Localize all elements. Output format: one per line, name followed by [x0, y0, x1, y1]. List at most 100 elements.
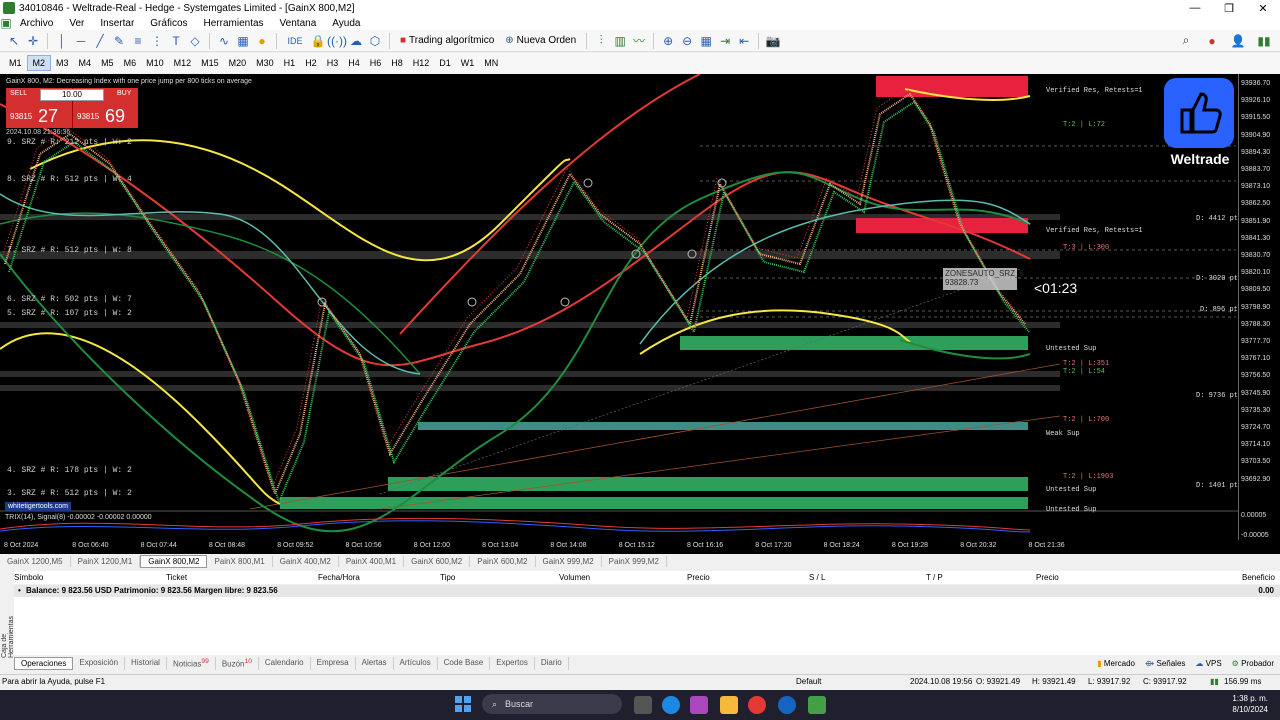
toolbox-tab[interactable]: Buzón10: [216, 656, 259, 670]
app-menu-icon[interactable]: ▣: [0, 16, 12, 30]
menu-insertar[interactable]: Insertar: [92, 18, 142, 29]
app-blue-icon[interactable]: [778, 696, 796, 714]
orders-col-header[interactable]: T / P: [926, 573, 943, 582]
toolbox-tab[interactable]: Diario: [535, 656, 569, 670]
timeframe-m1[interactable]: M1: [4, 56, 27, 70]
chart-shift-icon[interactable]: ⇤: [736, 33, 752, 49]
timeframe-m20[interactable]: M20: [224, 56, 252, 70]
edge-browser-icon[interactable]: [662, 696, 680, 714]
chart-area[interactable]: [0, 74, 1280, 554]
trend-line-icon[interactable]: ╱: [92, 33, 108, 49]
chart-tab-item[interactable]: PainX 800,M1: [207, 555, 273, 567]
timeframe-h3[interactable]: H3: [322, 56, 344, 70]
lock-icon[interactable]: 🔒: [310, 33, 326, 49]
orders-col-header[interactable]: Beneficio: [1242, 573, 1275, 582]
orders-col-header[interactable]: Volumen: [559, 573, 590, 582]
taskbar-clock[interactable]: 1:38 p. m. 8/10/2024: [1220, 693, 1268, 715]
timeframe-h1[interactable]: H1: [279, 56, 301, 70]
timeframe-h6[interactable]: H6: [365, 56, 387, 70]
timeframe-d1[interactable]: D1: [434, 56, 456, 70]
pen-icon[interactable]: ✎: [111, 33, 127, 49]
maximize-icon[interactable]: ❐: [1212, 2, 1246, 15]
copilot-icon[interactable]: [690, 696, 708, 714]
orders-col-header[interactable]: Precio: [687, 573, 710, 582]
timeframe-m15[interactable]: M15: [196, 56, 224, 70]
vps-icon[interactable]: ⬡: [367, 33, 383, 49]
timeframe-h4[interactable]: H4: [343, 56, 365, 70]
price-axis[interactable]: 93936.70 93926.10 93915.50 93904.90 93894.30…: [1238, 74, 1280, 540]
timeframe-mn[interactable]: MN: [479, 56, 503, 70]
chart-tab-item[interactable]: GainX 999,M2: [536, 555, 602, 567]
toolbox-tab[interactable]: Calendario: [259, 656, 311, 670]
timeframe-m2[interactable]: M2: [26, 55, 52, 71]
timeframe-m3[interactable]: M3: [51, 56, 74, 70]
timeframe-m10[interactable]: M10: [141, 56, 169, 70]
indicator-site-tag[interactable]: whitetigertools.com: [5, 502, 71, 511]
toolbox-tab[interactable]: Code Base: [438, 656, 491, 670]
toolbox-tab[interactable]: Operaciones: [14, 656, 74, 670]
orders-col-header[interactable]: Fecha/Hora: [318, 573, 360, 582]
orders-col-header[interactable]: S / L: [809, 573, 825, 582]
cursor-icon[interactable]: ↖: [6, 33, 22, 49]
orders-col-header[interactable]: Ticket: [166, 573, 187, 582]
timeframe-h2[interactable]: H2: [300, 56, 322, 70]
chart-tab-item[interactable]: PainX 600,M2: [470, 555, 536, 567]
chart-tab-item[interactable]: GainX 1200,M5: [0, 555, 71, 567]
vps-button[interactable]: ☁ VPS: [1195, 659, 1221, 668]
algo-trading-button[interactable]: ■ Trading algorítmico: [396, 35, 498, 46]
indicators-icon[interactable]: ∿: [216, 33, 232, 49]
orders-col-header[interactable]: Tipo: [440, 573, 455, 582]
menu-graficos[interactable]: Gráficos: [142, 18, 195, 29]
task-view-icon[interactable]: [634, 696, 652, 714]
bar-chart-icon[interactable]: ⫶: [593, 33, 609, 49]
toolbox-tab[interactable]: Expertos: [490, 656, 535, 670]
zoom-out-icon[interactable]: ⊖: [679, 33, 695, 49]
orders-col-header[interactable]: Símbolo: [14, 573, 43, 582]
vertical-line-icon[interactable]: │: [54, 33, 70, 49]
menu-archivo[interactable]: Archivo: [12, 18, 61, 29]
balance-row[interactable]: • Balance: 9 823.56 USD Patrimonio: 9 82…: [14, 585, 1280, 597]
tester-button[interactable]: ⚙ Probador: [1232, 659, 1274, 668]
timeframe-m4[interactable]: M4: [74, 56, 97, 70]
status-profile[interactable]: Default: [796, 677, 821, 686]
fibo-icon[interactable]: ⋮: [149, 33, 165, 49]
notifications-icon[interactable]: ●: [1204, 33, 1220, 49]
toolbox-tab[interactable]: Historial: [125, 656, 167, 670]
toolbox-tab[interactable]: Artículos: [394, 656, 438, 670]
price-chart-canvas[interactable]: [0, 74, 1238, 540]
chart-tab-item[interactable]: GainX 400,M2: [273, 555, 339, 567]
cloud-icon[interactable]: ☁: [348, 33, 364, 49]
chrome-icon[interactable]: [748, 696, 766, 714]
chart-tab-item[interactable]: PainX 999,M2: [602, 555, 667, 567]
coin-icon[interactable]: ●: [254, 33, 270, 49]
toolbox-tab[interactable]: Empresa: [311, 656, 356, 670]
market-button[interactable]: ▮ Mercado: [1097, 659, 1135, 668]
user-icon[interactable]: 👤: [1230, 33, 1246, 49]
ide-button[interactable]: IDE: [283, 33, 307, 49]
signals-button[interactable]: ⟴ Señales: [1145, 659, 1185, 668]
metatrader-taskbar-icon[interactable]: [808, 696, 826, 714]
lot-size-input[interactable]: 10.00: [40, 89, 104, 101]
chart-tab-item[interactable]: GainX 800,M2: [140, 554, 208, 568]
line-chart-icon[interactable]: 〰: [631, 33, 647, 49]
time-axis[interactable]: 8 Oct 2024 8 Oct 06:40 8 Oct 07:44 8 Oct 08…: [0, 540, 1238, 554]
crosshair-icon[interactable]: ✛: [25, 33, 41, 49]
menu-ayuda[interactable]: Ayuda: [324, 18, 368, 29]
timeframe-w1[interactable]: W1: [456, 56, 480, 70]
timeframe-h12[interactable]: H12: [408, 56, 435, 70]
grid-icon[interactable]: ▦: [698, 33, 714, 49]
shapes-icon[interactable]: ◇: [187, 33, 203, 49]
zoom-in-icon[interactable]: ⊕: [660, 33, 676, 49]
text-icon[interactable]: T: [168, 33, 184, 49]
timeframe-m30[interactable]: M30: [251, 56, 279, 70]
taskbar-search[interactable]: ⌕ Buscar: [482, 694, 622, 714]
search-icon[interactable]: ⌕: [1178, 33, 1194, 49]
timeframe-m12[interactable]: M12: [169, 56, 197, 70]
timeframe-h8[interactable]: H8: [386, 56, 408, 70]
autoscroll-icon[interactable]: ⇥: [717, 33, 733, 49]
toolbox-side-label[interactable]: Caja de Herramientas: [1, 598, 15, 658]
new-order-button[interactable]: ⊕ Nueva Orden: [501, 35, 580, 46]
chart-tab-item[interactable]: GainX 600,M2: [404, 555, 471, 567]
file-explorer-icon[interactable]: [720, 696, 738, 714]
candle-chart-icon[interactable]: ▥: [612, 33, 628, 49]
